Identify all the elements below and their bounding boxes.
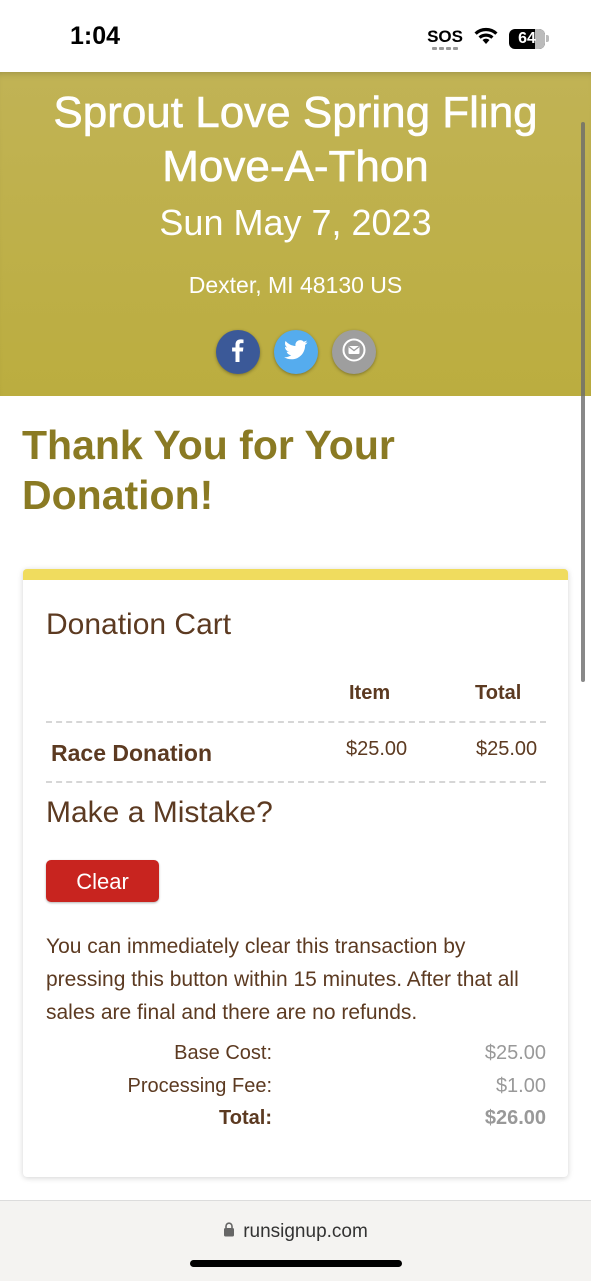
cart-title: Donation Cart [46, 608, 232, 641]
cart-row-name: Race Donation [51, 740, 213, 766]
event-title: Sprout Love Spring Fling Move-A-Thon [0, 86, 591, 194]
total-value: $26.00 [484, 1107, 546, 1129]
event-title-line1: Sprout Love Spring Fling [53, 88, 538, 138]
divider [46, 721, 546, 723]
address-display[interactable]: runsignup.com [0, 1221, 591, 1243]
url-text: runsignup.com [243, 1221, 368, 1242]
cart-row-item-price: $25.00 [346, 738, 408, 760]
facebook-share-button[interactable] [215, 330, 260, 374]
status-time: 1:04 [70, 22, 121, 50]
divider [46, 781, 546, 783]
event-header: Sprout Love Spring Fling Move-A-Thon Sun… [0, 72, 591, 396]
event-date: Sun May 7, 2023 [159, 202, 432, 243]
cart-row-total: $25.00 [476, 738, 538, 760]
mistake-title: Make a Mistake? [46, 796, 273, 829]
browser-url-bar[interactable]: runsignup.com [0, 1200, 591, 1281]
sos-indicator: SOS [427, 28, 463, 50]
column-header-total: Total [475, 682, 522, 704]
share-buttons [0, 330, 591, 374]
email-icon [342, 338, 366, 367]
signal-dots-icon [432, 46, 459, 50]
sos-label: SOS [427, 26, 463, 46]
event-location: Dexter, MI 48130 US [188, 272, 403, 298]
processing-fee-value: $1.00 [495, 1075, 546, 1097]
battery-icon: 64 [509, 28, 549, 49]
processing-fee-label: Processing Fee: [127, 1075, 272, 1097]
twitter-icon [283, 339, 308, 365]
column-header-item: Item [349, 682, 391, 704]
home-indicator[interactable] [190, 1260, 402, 1267]
twitter-share-button[interactable] [273, 330, 318, 374]
scrollbar[interactable] [581, 122, 585, 682]
wifi-icon [473, 26, 499, 51]
clear-button[interactable]: Clear [46, 860, 159, 902]
donation-cart-card: Donation Cart Item Total Race Donation $… [23, 569, 568, 1177]
status-icons: SOS 64 [427, 26, 549, 51]
page-title: Thank You for Your Donation! [22, 422, 395, 518]
clear-description: You can immediately clear this transacti… [46, 935, 519, 1024]
battery-level: 64 [518, 29, 536, 47]
facebook-icon [228, 338, 248, 367]
base-cost-label: Base Cost: [174, 1042, 272, 1064]
total-label: Total: [219, 1107, 272, 1129]
event-title-line2: Move-A-Thon [162, 142, 429, 192]
base-cost-value: $25.00 [484, 1042, 546, 1064]
lock-icon [223, 1222, 235, 1242]
status-bar: 1:04 SOS 64 [0, 0, 591, 72]
email-share-button[interactable] [331, 330, 376, 374]
